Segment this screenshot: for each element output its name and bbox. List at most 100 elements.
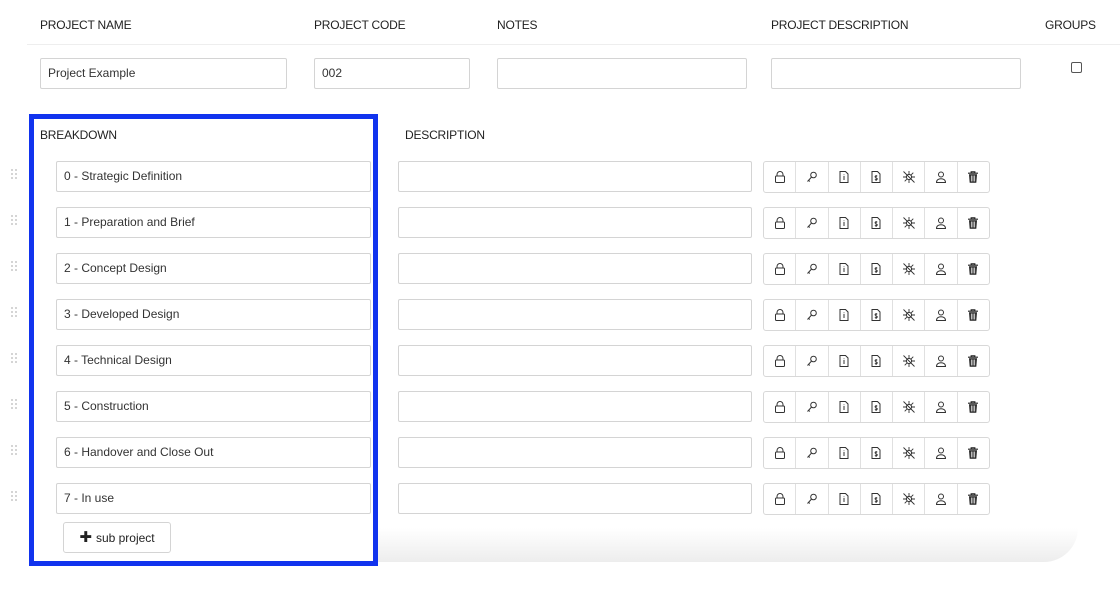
drag-handle-icon[interactable] xyxy=(11,261,19,271)
document-info-button[interactable] xyxy=(829,300,861,330)
virus-button[interactable] xyxy=(893,300,926,330)
virus-button[interactable] xyxy=(893,484,926,514)
drag-handle-icon[interactable] xyxy=(11,307,19,317)
virus-button[interactable] xyxy=(893,438,926,468)
key-button[interactable] xyxy=(796,346,829,376)
project-description-input[interactable] xyxy=(771,58,1021,89)
lock-button[interactable] xyxy=(764,254,797,284)
user-button[interactable] xyxy=(925,162,958,192)
document-dollar-button[interactable] xyxy=(861,392,894,422)
breakdown-description-input[interactable] xyxy=(398,299,752,330)
key-button[interactable] xyxy=(796,300,829,330)
trash-button[interactable] xyxy=(958,438,989,468)
breakdown-name-input[interactable]: 2 - Concept Design xyxy=(56,253,371,284)
drag-handle-icon[interactable] xyxy=(11,445,19,455)
lock-button[interactable] xyxy=(764,438,797,468)
plus-icon: ✚ xyxy=(79,529,92,546)
trash-button[interactable] xyxy=(958,346,989,376)
key-icon xyxy=(805,262,819,276)
lock-icon xyxy=(773,354,787,368)
trash-button[interactable] xyxy=(958,392,989,422)
document-info-button[interactable] xyxy=(829,438,861,468)
virus-button[interactable] xyxy=(893,392,926,422)
user-button[interactable] xyxy=(925,438,958,468)
document-dollar-button[interactable] xyxy=(861,254,894,284)
project-name-input[interactable]: Project Example xyxy=(40,58,287,89)
breakdown-name-input[interactable]: 1 - Preparation and Brief xyxy=(56,207,371,238)
breakdown-name-input[interactable]: 3 - Developed Design xyxy=(56,299,371,330)
breakdown-name-input[interactable]: 7 - In use xyxy=(56,483,371,514)
drag-handle-icon[interactable] xyxy=(11,169,19,179)
trash-button[interactable] xyxy=(958,162,989,192)
project-notes-input[interactable] xyxy=(497,58,747,89)
document-dollar-button[interactable] xyxy=(861,484,894,514)
groups-checkbox[interactable] xyxy=(1071,62,1082,73)
breakdown-description-input[interactable] xyxy=(398,207,752,238)
document-info-button[interactable] xyxy=(829,254,861,284)
virus-icon xyxy=(902,262,916,276)
add-sub-project-button[interactable]: ✚ sub project xyxy=(63,522,171,553)
virus-button[interactable] xyxy=(893,208,926,238)
user-button[interactable] xyxy=(925,346,958,376)
document-dollar-button[interactable] xyxy=(861,162,894,192)
user-button[interactable] xyxy=(925,484,958,514)
breakdown-name-input[interactable]: 0 - Strategic Definition xyxy=(56,161,371,192)
key-button[interactable] xyxy=(796,254,829,284)
virus-button[interactable] xyxy=(893,346,926,376)
document-info-button[interactable] xyxy=(829,484,861,514)
lock-icon xyxy=(773,400,787,414)
document-dollar-icon xyxy=(869,170,883,184)
lock-button[interactable] xyxy=(764,300,797,330)
key-button[interactable] xyxy=(796,484,829,514)
virus-button[interactable] xyxy=(893,162,926,192)
key-button[interactable] xyxy=(796,392,829,422)
user-button[interactable] xyxy=(925,392,958,422)
user-button[interactable] xyxy=(925,254,958,284)
document-dollar-button[interactable] xyxy=(861,208,894,238)
document-info-button[interactable] xyxy=(829,392,861,422)
document-info-button[interactable] xyxy=(829,208,861,238)
row-action-toolbar xyxy=(763,161,990,193)
key-button[interactable] xyxy=(796,162,829,192)
drag-handle-icon[interactable] xyxy=(11,215,19,225)
trash-icon xyxy=(966,354,980,368)
document-info-button[interactable] xyxy=(829,162,861,192)
breakdown-description-input[interactable] xyxy=(398,483,752,514)
lock-button[interactable] xyxy=(764,162,797,192)
lock-button[interactable] xyxy=(764,208,797,238)
project-code-input[interactable]: 002 xyxy=(314,58,470,89)
document-dollar-button[interactable] xyxy=(861,346,894,376)
trash-button[interactable] xyxy=(958,484,989,514)
breakdown-name-input[interactable]: 4 - Technical Design xyxy=(56,345,371,376)
drag-handle-icon[interactable] xyxy=(11,399,19,409)
key-button[interactable] xyxy=(796,438,829,468)
document-dollar-icon xyxy=(869,446,883,460)
breakdown-description-input[interactable] xyxy=(398,345,752,376)
key-icon xyxy=(805,170,819,184)
trash-button[interactable] xyxy=(958,254,989,284)
key-button[interactable] xyxy=(796,208,829,238)
drag-handle-icon[interactable] xyxy=(11,491,19,501)
trash-button[interactable] xyxy=(958,208,989,238)
user-button[interactable] xyxy=(925,208,958,238)
lock-button[interactable] xyxy=(764,484,797,514)
row-action-toolbar xyxy=(763,391,990,423)
row-action-toolbar xyxy=(763,299,990,331)
breakdown-description-input[interactable] xyxy=(398,391,752,422)
trash-button[interactable] xyxy=(958,300,989,330)
breakdown-name-input[interactable]: 6 - Handover and Close Out xyxy=(56,437,371,468)
document-info-button[interactable] xyxy=(829,346,861,376)
row-action-toolbar xyxy=(763,437,990,469)
trash-icon xyxy=(966,216,980,230)
document-dollar-button[interactable] xyxy=(861,300,894,330)
drag-handle-icon[interactable] xyxy=(11,353,19,363)
breakdown-description-input[interactable] xyxy=(398,437,752,468)
lock-button[interactable] xyxy=(764,392,797,422)
document-dollar-button[interactable] xyxy=(861,438,894,468)
virus-button[interactable] xyxy=(893,254,926,284)
breakdown-description-input[interactable] xyxy=(398,161,752,192)
breakdown-name-input[interactable]: 5 - Construction xyxy=(56,391,371,422)
lock-button[interactable] xyxy=(764,346,797,376)
breakdown-description-input[interactable] xyxy=(398,253,752,284)
user-button[interactable] xyxy=(925,300,958,330)
